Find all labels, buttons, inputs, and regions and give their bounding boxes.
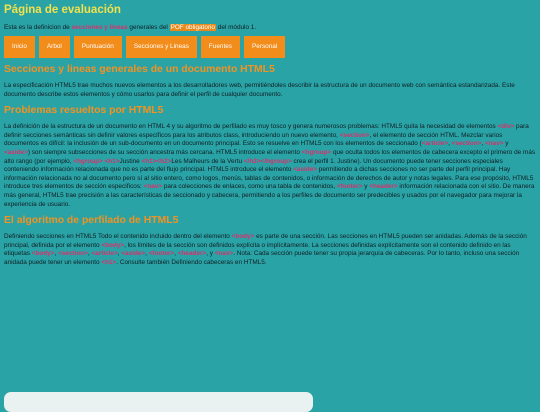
- intro-text: Esta es la definicion de secciones y lin…: [4, 23, 536, 32]
- code-tag: </h2></hgroup>: [243, 157, 292, 165]
- code-tag: <aside>: [4, 148, 28, 156]
- code-tag: <header>: [177, 250, 207, 258]
- section-body-problems: La definición de la estructura de un doc…: [4, 123, 536, 209]
- code-tag: <footer>: [336, 183, 363, 191]
- code-tag: <section>: [451, 140, 482, 148]
- intro-highlight-pof: POF obligatorio: [169, 24, 216, 31]
- text: La definición de la estructura de un doc…: [4, 123, 498, 131]
- code-tag: <body>: [31, 250, 55, 258]
- code-tag: <nav>: [214, 250, 234, 258]
- text: . Consulte también Definiendo cabeceras …: [116, 258, 267, 266]
- code-tag: <hgroup>: [301, 148, 332, 156]
- bottom-card: [4, 392, 313, 412]
- text: Justine: [119, 157, 142, 165]
- code-tag: <aside>: [293, 166, 317, 174]
- intro-highlight-sections: secciones y lineas: [71, 24, 128, 31]
- code-tag: <hgroup>: [73, 157, 103, 165]
- code-tag: <h1>: [104, 157, 120, 165]
- section-heading-sections: Secciones y lineas generales de un docum…: [4, 64, 275, 75]
- text: y: [503, 140, 509, 148]
- code-tag: <article>: [91, 250, 118, 258]
- code-tag: <nav>: [485, 140, 504, 148]
- code-tag: <div>: [497, 123, 515, 131]
- code-tag: <article>: [421, 140, 449, 148]
- section-body-algorithm: Definiendo secciones en HTML5 Todo el co…: [4, 233, 536, 267]
- nav-puntuacion-button[interactable]: Puntuación: [73, 36, 122, 58]
- code-tag: <header>: [369, 183, 398, 191]
- main-nav: Inicio Arbol Puntuación Secciones y Line…: [4, 36, 536, 58]
- section-heading-problems: Problemas resueltos por HTML5: [4, 105, 164, 117]
- section-heading-algorithm: El algoritmo de perfilado de HTML5: [4, 215, 179, 227]
- text: ) son siempre subsecciones de su sección…: [27, 148, 302, 156]
- page-title: Página de evaluación: [4, 4, 121, 16]
- code-tag: <nav>: [143, 183, 163, 191]
- code-tag: <h1><h2>: [141, 157, 172, 165]
- nav-secciones-button[interactable]: Secciones y Lineas: [125, 36, 197, 58]
- code-tag: <section>: [58, 250, 88, 258]
- intro-before: Esta es la definicion de: [4, 24, 72, 31]
- nav-fuentes-button[interactable]: Fuentes: [200, 36, 240, 58]
- section-body-sections: La especificación HTML5 trae muchos nuev…: [4, 82, 515, 98]
- text: , y: [206, 250, 215, 258]
- nav-arbol-button[interactable]: Arbol: [38, 36, 70, 58]
- intro-after: del módulo 1.: [215, 24, 257, 31]
- code-tag: <h1>: [101, 258, 117, 266]
- nav-inicio-button[interactable]: Inicio: [4, 36, 35, 58]
- code-tag: <section>: [339, 131, 370, 139]
- code-tag: <aside>: [121, 250, 146, 258]
- code-tag: <body>: [231, 233, 255, 241]
- text: para colecciones de enlaces, como una ta…: [162, 183, 337, 191]
- code-tag: <footer>: [148, 250, 175, 258]
- code-tag: <body>: [101, 241, 125, 249]
- text: Definiendo secciones en HTML5 Todo el co…: [4, 233, 232, 241]
- nav-personal-button[interactable]: Personal: [244, 36, 286, 58]
- intro-middle: generales del: [127, 24, 170, 31]
- text: Les Malheurs de la Vertu: [171, 157, 244, 165]
- page: Página de evaluación Esta es la definici…: [0, 0, 540, 268]
